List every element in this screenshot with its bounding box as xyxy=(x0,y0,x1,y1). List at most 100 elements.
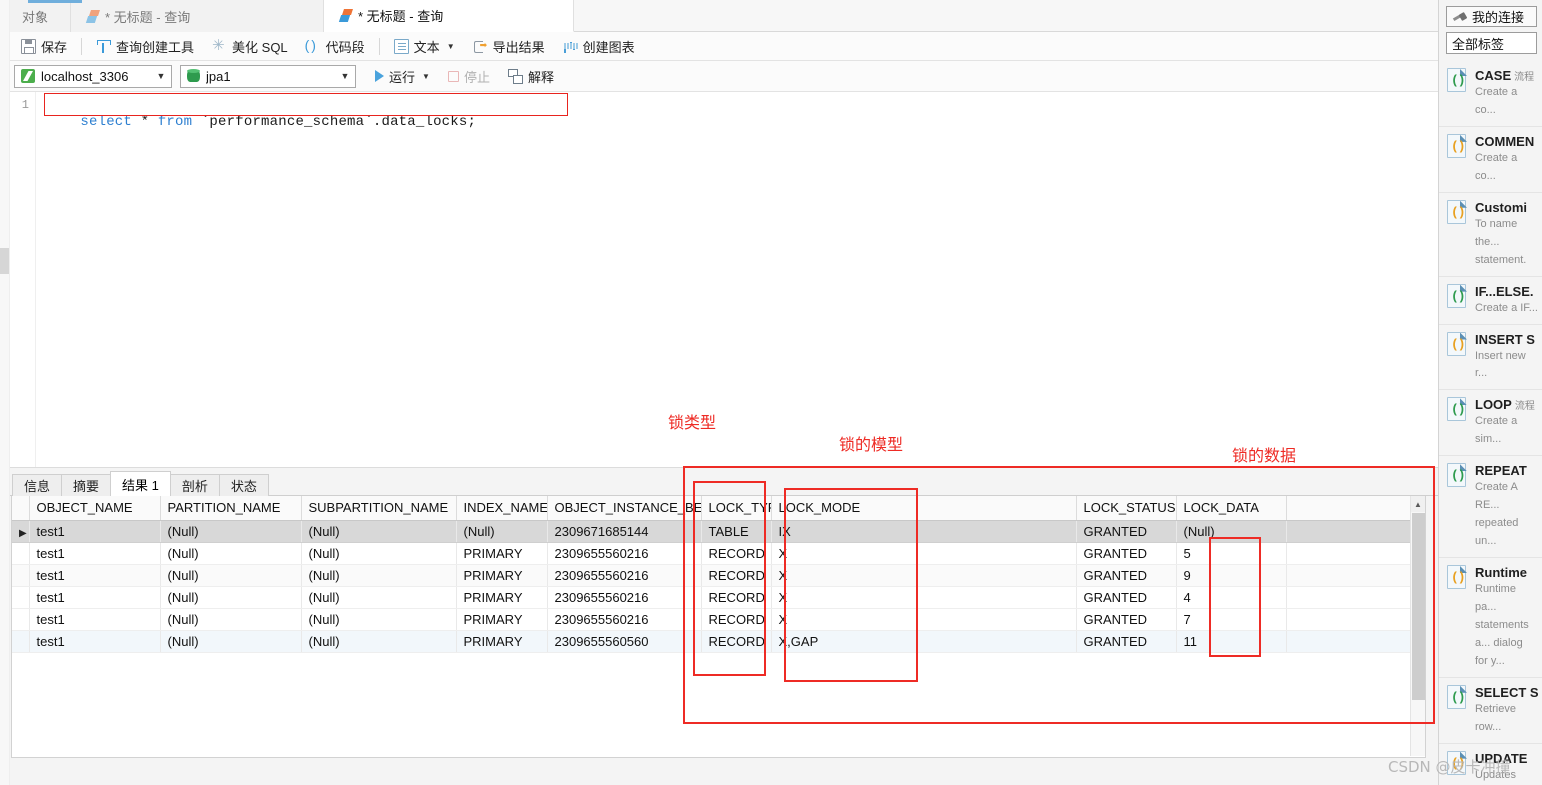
table-row[interactable]: test1 (Null) (Null) PRIMARY 230965556056… xyxy=(12,630,1412,653)
cell-lock-type[interactable]: RECORD xyxy=(701,608,772,631)
left-splitter[interactable] xyxy=(0,0,10,785)
column-header-subpartition-name[interactable]: SUBPARTITION_NAME xyxy=(301,496,457,521)
cell-subpartition-name[interactable]: (Null) xyxy=(301,542,457,565)
create-chart-button[interactable]: 创建图表 xyxy=(554,34,644,58)
cell-partition-name[interactable]: (Null) xyxy=(160,542,302,565)
tab-profile[interactable]: 剖析 xyxy=(169,474,220,496)
table-row[interactable]: test1 (Null) (Null) PRIMARY 230965556021… xyxy=(12,608,1412,631)
column-header-object-name[interactable]: OBJECT_NAME xyxy=(29,496,161,521)
tab-result[interactable]: 结果 1 xyxy=(110,471,171,496)
cell-lock-status[interactable]: GRANTED xyxy=(1076,542,1177,565)
list-item[interactable]: () SELECT S Retrieve row... xyxy=(1439,677,1542,744)
my-connection-button[interactable]: 我的连接 xyxy=(1446,6,1537,27)
cell-lock-status[interactable]: GRANTED xyxy=(1076,564,1177,587)
list-item[interactable]: () LOOP 流程 Create a sim... xyxy=(1439,390,1542,457)
chevron-down-icon[interactable]: ▼ xyxy=(447,42,455,51)
list-item[interactable]: () Runtime Runtime pa... statements a...… xyxy=(1439,558,1542,678)
save-button[interactable]: 保存 xyxy=(12,34,76,58)
cell-partition-name[interactable]: (Null) xyxy=(160,586,302,609)
cell-index-name[interactable]: PRIMARY xyxy=(456,586,548,609)
cell-partition-name[interactable]: (Null) xyxy=(160,630,302,653)
cell-object-instance-beg[interactable]: 2309655560216 xyxy=(547,542,702,565)
cell-lock-mode[interactable]: IX xyxy=(771,520,1077,543)
cell-subpartition-name[interactable]: (Null) xyxy=(301,608,457,631)
cell-lock-type[interactable]: RECORD xyxy=(701,630,772,653)
cell-lock-mode[interactable]: X xyxy=(771,608,1077,631)
cell-subpartition-name[interactable]: (Null) xyxy=(301,586,457,609)
table-row[interactable]: test1 (Null) (Null) PRIMARY 230965556021… xyxy=(12,586,1412,609)
code-snippet-button[interactable]: 代码段 xyxy=(297,34,374,58)
scroll-up-icon[interactable]: ▲ xyxy=(1411,496,1425,512)
cell-partition-name[interactable]: (Null) xyxy=(160,564,302,587)
tab-query-1[interactable]: * 无标题 - 查询 xyxy=(71,0,325,32)
explain-button[interactable]: 解释 xyxy=(499,64,563,88)
query-builder-button[interactable]: 查询创建工具 xyxy=(87,34,203,58)
cell-lock-data[interactable]: 5 xyxy=(1176,542,1287,565)
cell-index-name[interactable]: PRIMARY xyxy=(456,542,548,565)
cell-object-instance-beg[interactable]: 2309655560216 xyxy=(547,608,702,631)
list-item[interactable]: () Customi To name the... statement. xyxy=(1439,192,1542,277)
tab-objects[interactable]: 对象 xyxy=(0,0,72,32)
scrollbar-thumb[interactable] xyxy=(1412,513,1425,700)
cell-lock-data[interactable]: (Null) xyxy=(1176,520,1287,543)
column-header-partition-name[interactable]: PARTITION_NAME xyxy=(160,496,302,521)
tab-summary[interactable]: 摘要 xyxy=(61,474,112,496)
cell-subpartition-name[interactable]: (Null) xyxy=(301,564,457,587)
all-tags-select[interactable]: 全部标签 xyxy=(1446,32,1537,54)
sql-code-line[interactable]: select * from `performance_schema`.data_… xyxy=(46,98,476,146)
cell-lock-status[interactable]: GRANTED xyxy=(1076,520,1177,543)
cell-lock-data[interactable]: 11 xyxy=(1176,630,1287,653)
cell-object-instance-beg[interactable]: 2309655560216 xyxy=(547,564,702,587)
cell-object-instance-beg[interactable]: 2309655560216 xyxy=(547,586,702,609)
beautify-sql-button[interactable]: 美化 SQL xyxy=(203,34,297,58)
chevron-down-icon[interactable]: ▼ xyxy=(151,66,171,87)
cell-object-name[interactable]: test1 xyxy=(29,608,161,631)
list-item[interactable]: () IF...ELSE. Create a IF... xyxy=(1439,276,1542,325)
cell-lock-mode[interactable]: X xyxy=(771,564,1077,587)
cell-lock-data[interactable]: 9 xyxy=(1176,564,1287,587)
cell-index-name[interactable]: PRIMARY xyxy=(456,630,548,653)
table-row[interactable]: test1 (Null) (Null) PRIMARY 230965556021… xyxy=(12,542,1412,565)
cell-object-name[interactable]: test1 xyxy=(29,564,161,587)
sql-editor[interactable]: 1 xyxy=(0,92,1438,467)
text-mode-button[interactable]: 文本 ▼ xyxy=(385,34,464,58)
cell-subpartition-name[interactable]: (Null) xyxy=(301,630,457,653)
list-item[interactable]: () COMMEN Create a co... xyxy=(1439,126,1542,193)
column-header-index-name[interactable]: INDEX_NAME xyxy=(456,496,548,521)
cell-lock-mode[interactable]: X xyxy=(771,542,1077,565)
cell-index-name[interactable]: (Null) xyxy=(456,520,548,543)
cell-object-name[interactable]: test1 xyxy=(29,542,161,565)
cell-lock-type[interactable]: RECORD xyxy=(701,542,772,565)
database-select[interactable]: jpa1 ▼ xyxy=(180,64,356,88)
list-item[interactable]: () REPEAT Create A RE... repeated un... xyxy=(1439,456,1542,558)
tab-info[interactable]: 信息 xyxy=(12,474,63,496)
cell-lock-status[interactable]: GRANTED xyxy=(1076,630,1177,653)
chevron-down-icon[interactable]: ▼ xyxy=(335,66,355,87)
run-button[interactable]: 运行 ▼ xyxy=(366,64,439,88)
cell-partition-name[interactable]: (Null) xyxy=(160,608,302,631)
table-row[interactable]: ▶ test1 (Null) (Null) (Null) 23096716851… xyxy=(12,520,1412,543)
cell-index-name[interactable]: PRIMARY xyxy=(456,564,548,587)
column-header-lock-data[interactable]: LOCK_DATA xyxy=(1176,496,1287,521)
cell-lock-mode[interactable]: X xyxy=(771,586,1077,609)
cell-lock-mode[interactable]: X,GAP xyxy=(771,630,1077,653)
cell-object-name[interactable]: test1 xyxy=(29,586,161,609)
cell-subpartition-name[interactable]: (Null) xyxy=(301,520,457,543)
cell-lock-type[interactable]: RECORD xyxy=(701,564,772,587)
cell-lock-data[interactable]: 7 xyxy=(1176,608,1287,631)
cell-lock-data[interactable]: 4 xyxy=(1176,586,1287,609)
column-header-object-instance-beg[interactable]: OBJECT_INSTANCE_BEG xyxy=(547,496,702,521)
cell-partition-name[interactable]: (Null) xyxy=(160,520,302,543)
connection-select[interactable]: localhost_3306 ▼ xyxy=(14,64,172,88)
tab-status[interactable]: 状态 xyxy=(218,474,269,496)
list-item[interactable]: () INSERT S Insert new r... xyxy=(1439,324,1542,391)
splitter-handle[interactable] xyxy=(0,248,9,274)
column-header-lock-status[interactable]: LOCK_STATUS xyxy=(1076,496,1177,521)
cell-lock-status[interactable]: GRANTED xyxy=(1076,608,1177,631)
stop-button[interactable]: 停止 xyxy=(439,64,499,88)
cell-index-name[interactable]: PRIMARY xyxy=(456,608,548,631)
export-result-button[interactable]: 导出结果 xyxy=(464,34,554,58)
grid-vertical-scrollbar[interactable]: ▲ xyxy=(1410,496,1425,756)
column-header-lock-mode[interactable]: LOCK_MODE xyxy=(771,496,1077,521)
result-grid-container[interactable]: OBJECT_NAME PARTITION_NAME SUBPARTITION_… xyxy=(11,496,1426,758)
